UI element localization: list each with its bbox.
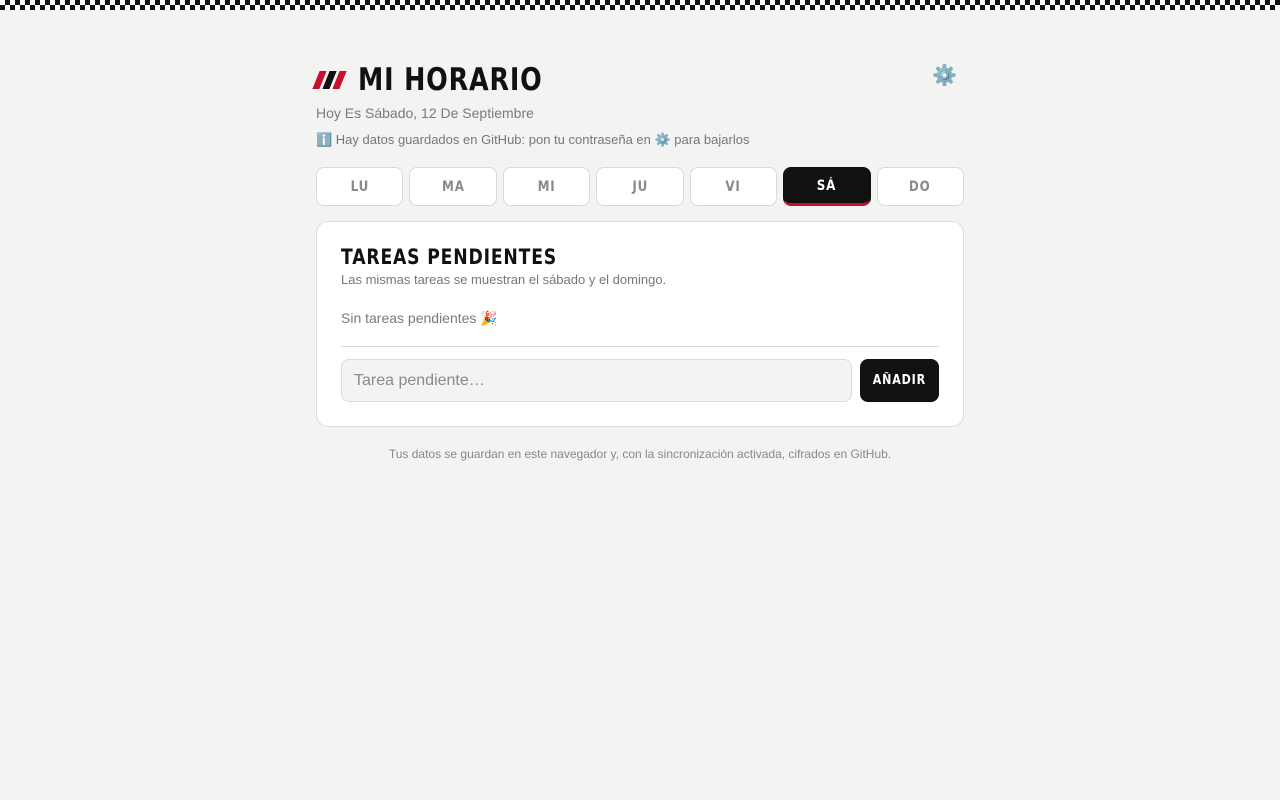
pending-tasks-card: TAREAS PENDIENTES Las mismas tareas se m… (316, 221, 964, 427)
date-subtitle: Hoy Es Sábado, 12 De Septiembre (316, 105, 534, 121)
day-tabs: LU MA MI JU VI SÁ DO (316, 167, 964, 206)
tab-mi[interactable]: MI (502, 167, 591, 206)
task-input[interactable] (341, 359, 852, 402)
card-title: TAREAS PENDIENTES (341, 245, 558, 269)
sync-notice: ℹ️ Hay datos guardados en GitHub: pon tu… (316, 132, 750, 147)
tab-vi[interactable]: VI (689, 167, 778, 206)
logo-stripes-icon (312, 71, 348, 89)
gear-icon[interactable]: ⚙️ (932, 64, 957, 88)
card-subtitle: Las mismas tareas se muestran el sábado … (341, 272, 667, 287)
app-container: MI HORARIO ⚙️ Hoy Es Sábado, 12 De Septi… (312, 0, 964, 462)
tab-sa[interactable]: SÁ (783, 167, 871, 206)
add-task-button[interactable]: AÑADIR (860, 359, 939, 402)
tab-do[interactable]: DO (876, 167, 964, 206)
empty-state: Sin tareas pendientes 🎉 (341, 310, 498, 326)
add-task-row: AÑADIR (341, 359, 939, 402)
page-title: MI HORARIO (358, 62, 543, 98)
divider (341, 346, 939, 347)
tab-ma[interactable]: MA (409, 167, 497, 206)
tab-ju[interactable]: JU (596, 167, 684, 206)
tab-lu[interactable]: LU (316, 167, 404, 206)
header: MI HORARIO ⚙️ (312, 0, 964, 100)
footer-note: Tus datos se guardan en este navegador y… (388, 447, 892, 461)
